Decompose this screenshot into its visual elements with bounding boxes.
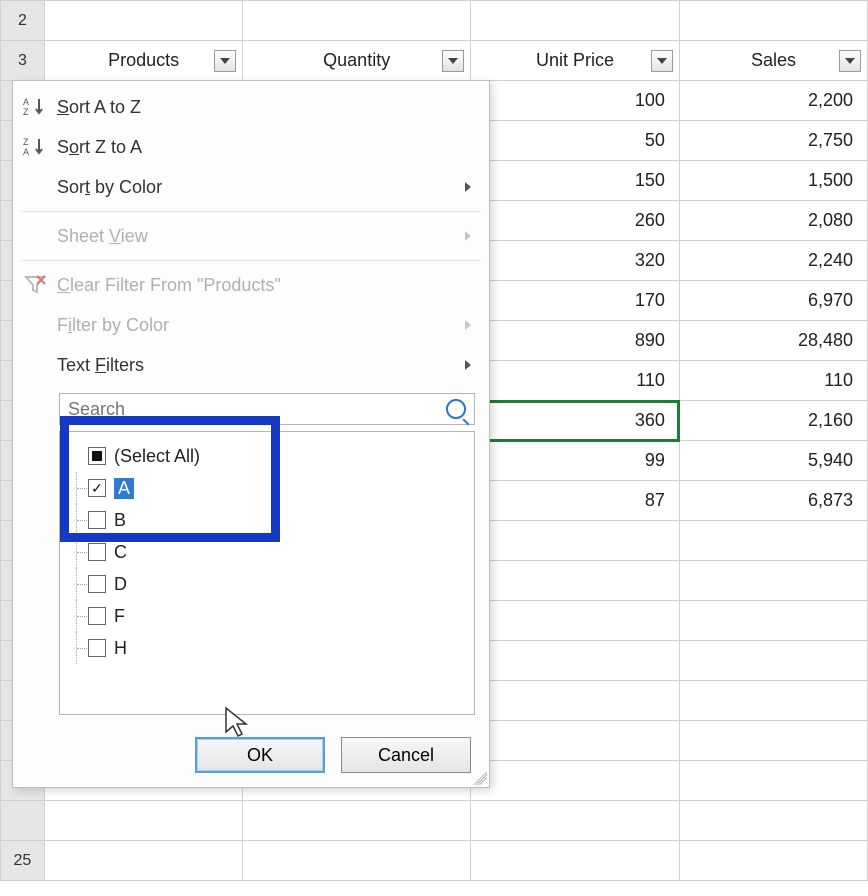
header-label: Quantity <box>323 50 390 70</box>
cell-empty[interactable] <box>471 1 680 41</box>
checkbox-icon[interactable] <box>88 639 106 657</box>
filter-item-label: D <box>114 574 127 595</box>
cell-empty[interactable] <box>679 1 867 41</box>
column-header-sales[interactable]: Sales <box>679 41 867 81</box>
chevron-down-icon <box>845 58 855 64</box>
cell-empty[interactable] <box>243 1 471 41</box>
filter-values-list: (Select All) A B C D F <box>59 431 475 715</box>
filter-item-label: C <box>114 542 127 563</box>
menu-text-filters[interactable]: Text Filters <box>13 345 489 385</box>
checkbox-icon[interactable] <box>88 543 106 561</box>
filter-menu: AZ Sort A to Z ZA Sort Z to A Sort by Co… <box>12 80 490 788</box>
menu-separator <box>21 260 481 261</box>
filter-dropdown-quantity[interactable] <box>442 50 464 72</box>
ok-button[interactable]: OK <box>195 737 325 773</box>
filter-button-row: OK Cancel <box>13 729 489 787</box>
filter-dropdown-products[interactable] <box>214 50 236 72</box>
checkbox-mixed-icon[interactable] <box>88 447 106 465</box>
checkbox-icon[interactable] <box>88 511 106 529</box>
search-icon <box>446 399 466 419</box>
svg-text:Z: Z <box>23 107 29 117</box>
header-label: Sales <box>751 50 796 70</box>
column-header-products[interactable]: Products <box>44 41 242 81</box>
filter-search-input[interactable] <box>60 399 446 420</box>
filter-item-label: (Select All) <box>114 446 200 467</box>
resize-grip-icon[interactable] <box>473 771 487 785</box>
filter-item-label: F <box>114 606 125 627</box>
clear-filter-icon <box>23 273 47 297</box>
filter-item-d[interactable]: D <box>88 568 474 600</box>
header-label: Products <box>108 50 179 70</box>
filter-dropdown-sales[interactable] <box>839 50 861 72</box>
header-label: Unit Price <box>536 50 614 70</box>
svg-text:A: A <box>23 97 29 107</box>
column-header-unit-price[interactable]: Unit Price <box>471 41 680 81</box>
svg-text:A: A <box>23 147 29 157</box>
filter-item-f[interactable]: F <box>88 600 474 632</box>
filter-item-b[interactable]: B <box>88 504 474 536</box>
table-row[interactable]: 25 <box>1 841 868 881</box>
column-header-quantity[interactable]: Quantity <box>243 41 471 81</box>
filter-item-c[interactable]: C <box>88 536 474 568</box>
sort-ascending-icon: AZ <box>23 95 47 119</box>
svg-text:Z: Z <box>23 137 29 147</box>
cell-empty[interactable] <box>44 1 242 41</box>
filter-search-box[interactable] <box>59 393 475 425</box>
menu-filter-by-color: Filter by Color <box>13 305 489 345</box>
chevron-down-icon <box>448 58 458 64</box>
filter-item-label: A <box>114 478 134 499</box>
row-header-2[interactable]: 2 <box>1 1 45 41</box>
menu-sort-az[interactable]: AZ Sort A to Z <box>13 87 489 127</box>
filter-dropdown-unit-price[interactable] <box>651 50 673 72</box>
row-header-3[interactable]: 3 <box>1 41 45 81</box>
filter-item-label: B <box>114 510 126 531</box>
checkbox-icon[interactable] <box>88 607 106 625</box>
active-cell: 360 <box>471 401 680 441</box>
cancel-button[interactable]: Cancel <box>341 737 471 773</box>
filter-item-a[interactable]: A <box>88 472 474 504</box>
menu-clear-filter: Clear Filter From "Products" <box>13 265 489 305</box>
menu-separator <box>21 211 481 212</box>
filter-item-select-all[interactable]: (Select All) <box>88 440 474 472</box>
filter-item-h[interactable]: H <box>88 632 474 664</box>
checkbox-checked-icon[interactable] <box>88 479 106 497</box>
checkbox-icon[interactable] <box>88 575 106 593</box>
menu-sort-za[interactable]: ZA Sort Z to A <box>13 127 489 167</box>
table-row[interactable] <box>1 801 868 841</box>
chevron-down-icon <box>657 58 667 64</box>
menu-sheet-view: Sheet View <box>13 216 489 256</box>
chevron-down-icon <box>220 58 230 64</box>
menu-sort-by-color[interactable]: Sort by Color <box>13 167 489 207</box>
sort-descending-icon: ZA <box>23 135 47 159</box>
filter-item-label: H <box>114 638 127 659</box>
